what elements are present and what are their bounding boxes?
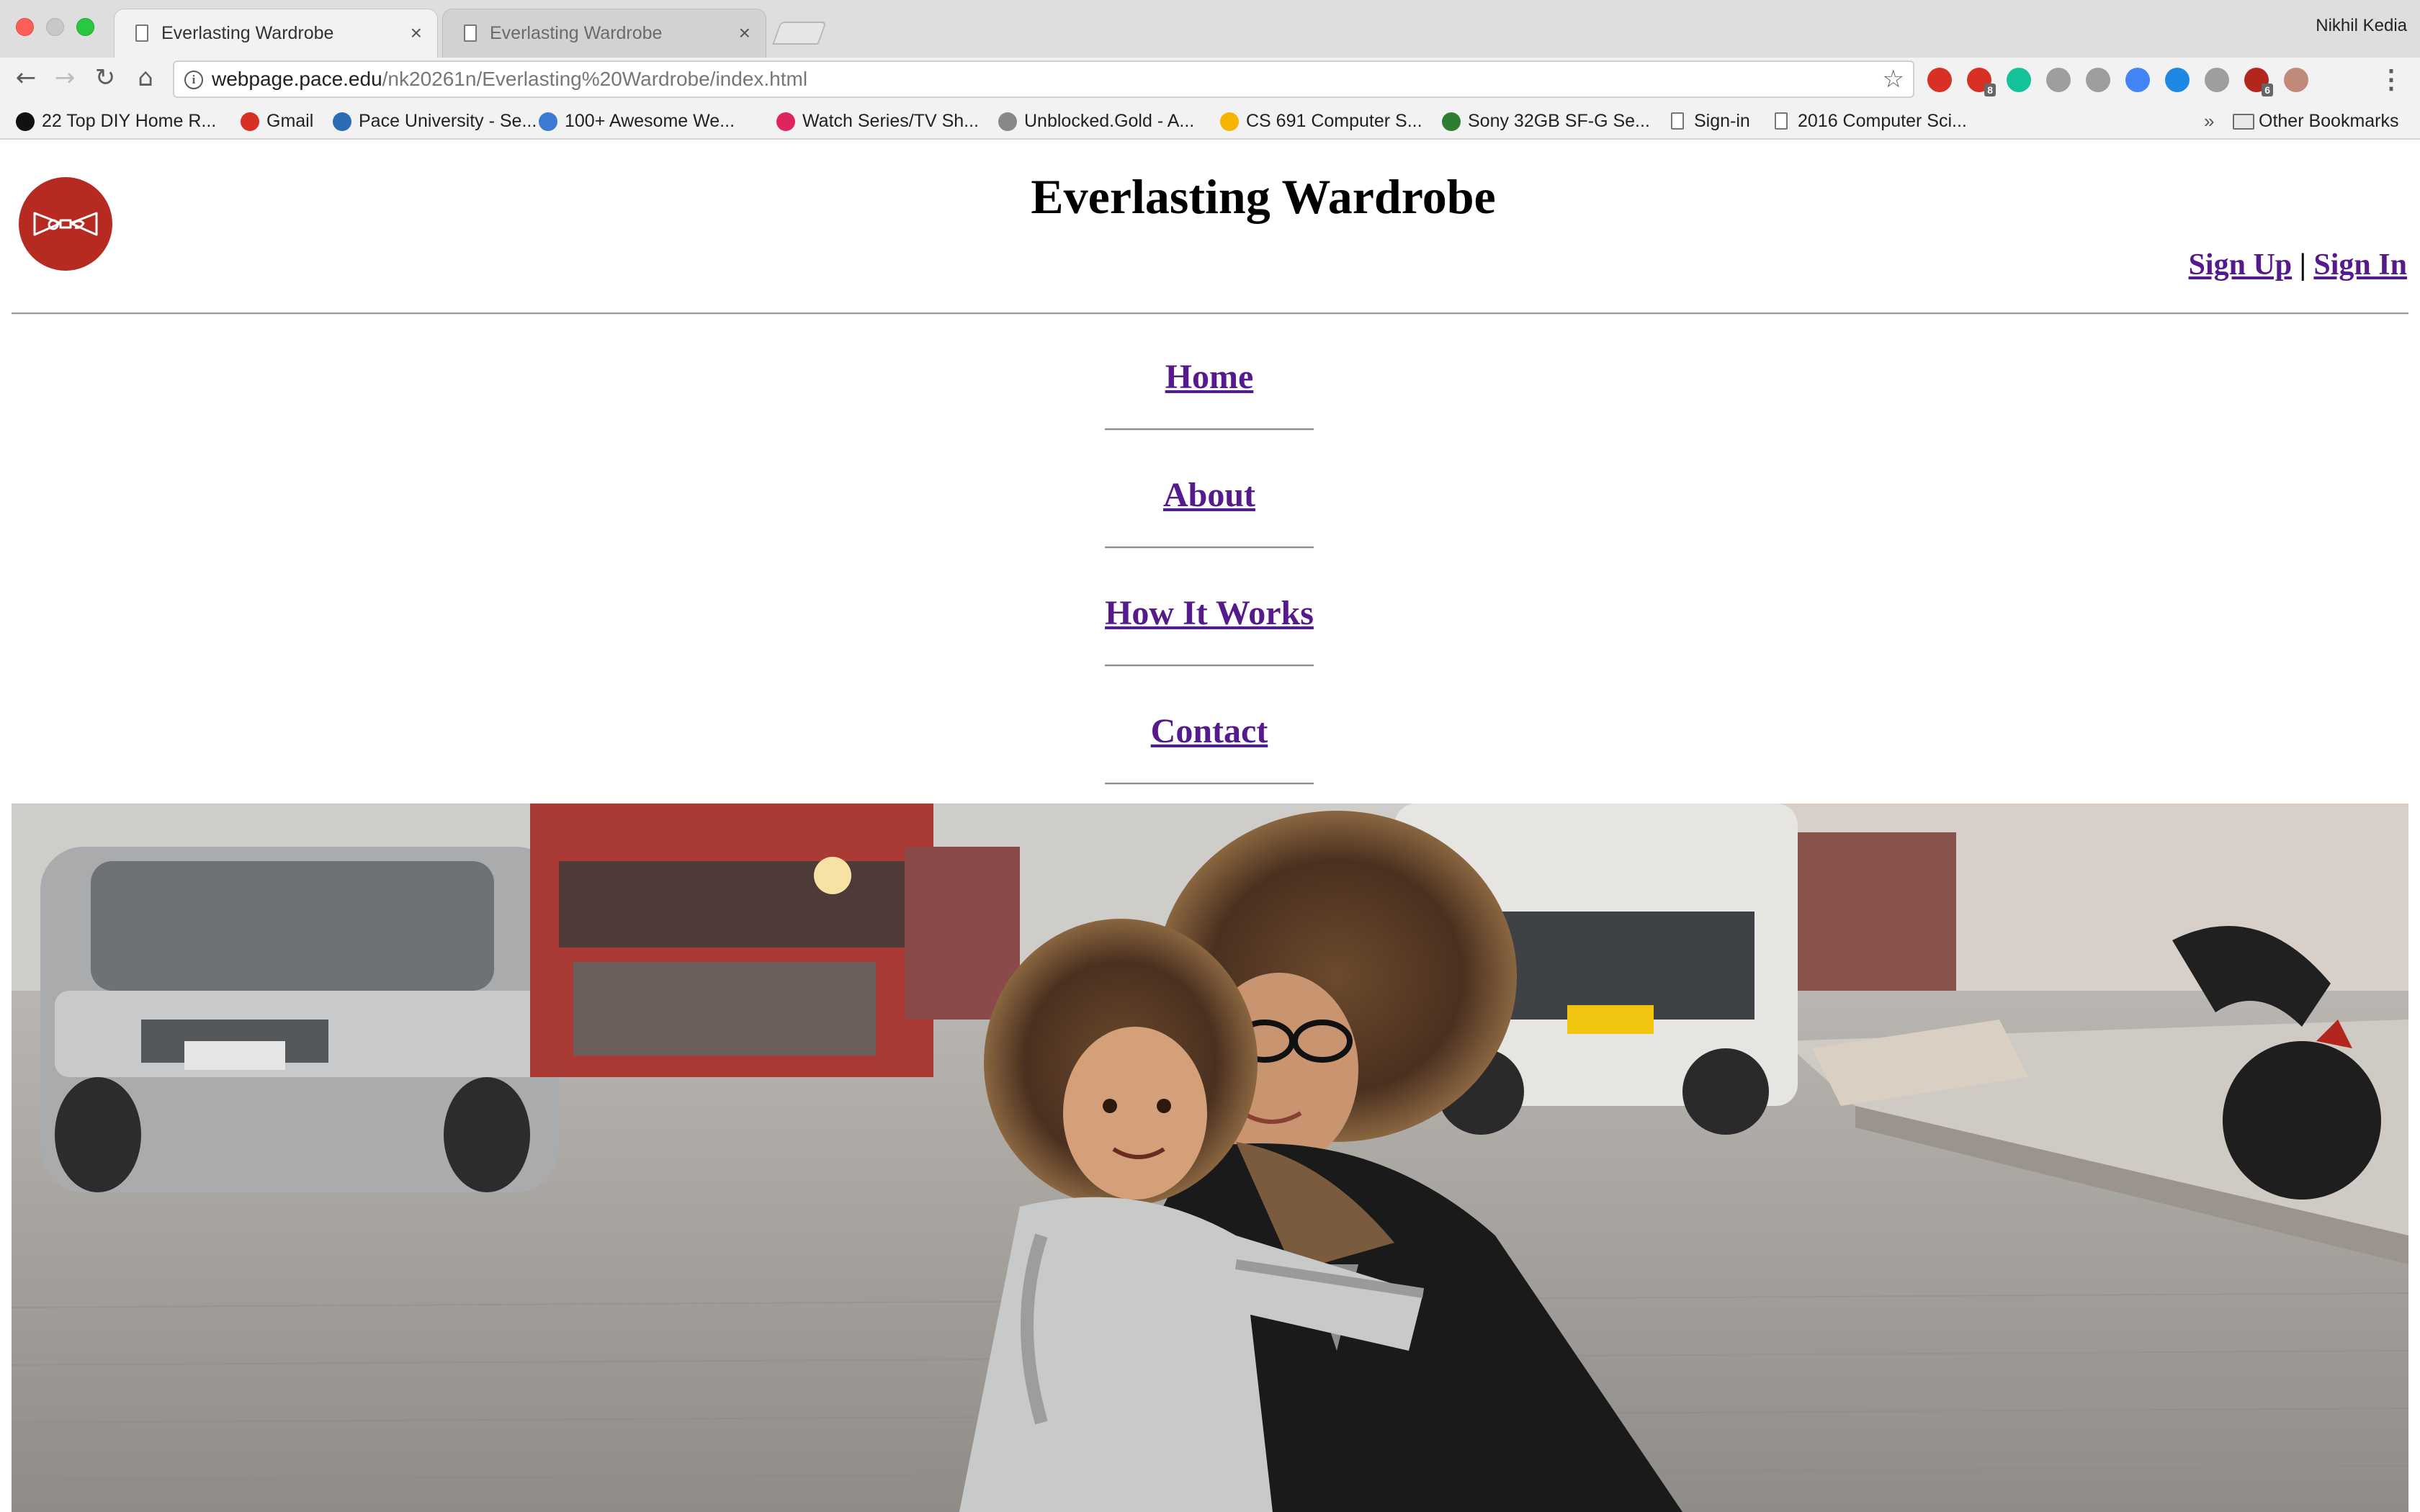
bookmark-label: 22 Top DIY Home R... — [42, 111, 217, 131]
bookmark-item[interactable]: Sony 32GB SF-G Se... — [1442, 107, 1650, 135]
nav-divider — [1105, 783, 1314, 785]
page-icon — [135, 24, 148, 42]
nav-divider — [1105, 546, 1314, 549]
mother-child-street-photo — [12, 804, 2408, 1512]
web-page: Everlasting Wardrobe Sign Up | Sign In H… — [0, 140, 2420, 1512]
nav-link-contact[interactable]: Contact — [1151, 712, 1268, 750]
bookmark-label: Other Bookmarks — [2259, 111, 2399, 131]
bookmark-label: Watch Series/TV Sh... — [802, 111, 979, 131]
hero-image — [12, 804, 2408, 1512]
e-icon — [776, 112, 795, 131]
bookmarks-overflow-icon[interactable]: » — [2204, 107, 2214, 135]
onedrive-icon[interactable] — [2165, 68, 2190, 92]
bookmark-label: 2016 Computer Sci... — [1798, 111, 1967, 131]
g-icon — [16, 112, 35, 131]
drive-icon — [1220, 112, 1239, 131]
browser-menu-icon[interactable]: ⋮ — [2378, 65, 2404, 94]
bookmark-item[interactable]: 2016 Computer Sci... — [1772, 107, 1967, 135]
browser-chrome: Everlasting Wardrobe × Everlasting Wardr… — [0, 0, 2420, 140]
avatar-icon[interactable] — [2284, 68, 2308, 92]
bookmark-label: CS 691 Computer S... — [1246, 111, 1422, 131]
window-close-button[interactable] — [16, 18, 34, 36]
address-bar[interactable]: i webpage.pace.edu/nk20261n/Everlasting%… — [173, 60, 1914, 98]
tab-title: Everlasting Wardrobe — [161, 23, 334, 43]
bh-icon — [1442, 112, 1461, 131]
header-divider — [12, 312, 2408, 315]
url-path: /nk20261n/Everlasting%20Wardrobe/index.h… — [382, 68, 808, 90]
bookmark-item[interactable]: Watch Series/TV Sh... — [776, 107, 979, 135]
reload-icon[interactable]: ↻ — [91, 63, 120, 92]
translate-icon[interactable] — [2125, 68, 2150, 92]
bookmark-other-bookmarks[interactable]: Other Bookmarks — [2233, 107, 2399, 135]
nav-item-about: About — [1105, 475, 1314, 515]
tab-close-icon[interactable]: × — [739, 9, 750, 58]
auth-links: Sign Up | Sign In — [2189, 248, 2407, 282]
nav-item-home: Home — [1105, 357, 1314, 397]
shield-icon[interactable]: 6 — [2244, 68, 2273, 96]
browser-toolbar: ← → ↻ ⌂ i webpage.pace.edu/nk20261n/Ever… — [0, 58, 2420, 102]
bookmark-label: 100+ Awesome We... — [565, 111, 735, 131]
gmail-icon[interactable]: 8 — [1967, 68, 1996, 96]
bookmark-item[interactable]: Pace University - Se... — [333, 107, 537, 135]
nav-divider — [1105, 428, 1314, 431]
nav-divider — [1105, 665, 1314, 667]
bookmark-label: Gmail — [266, 111, 314, 131]
extension-badge: 6 — [2262, 84, 2273, 96]
bookmark-label: Sony 32GB SF-G Se... — [1468, 111, 1650, 131]
new-tab-button[interactable] — [772, 22, 827, 45]
nav-item-how-it-works: How It Works — [1105, 593, 1314, 633]
dropbox-icon[interactable] — [2086, 68, 2110, 92]
pace-icon — [333, 112, 351, 131]
tab-title: Everlasting Wardrobe — [490, 23, 663, 43]
back-arrow-icon[interactable]: ← — [12, 63, 40, 92]
bookmark-item[interactable]: CS 691 Computer S... — [1220, 107, 1422, 135]
nav-link-about[interactable]: About — [1163, 476, 1255, 514]
window-maximize-button[interactable] — [76, 18, 94, 36]
lock-icon — [998, 112, 1017, 131]
bookmark-label: Pace University - Se... — [359, 111, 537, 131]
bookmark-item[interactable]: Unblocked.Gold - A... — [998, 107, 1194, 135]
bookmark-item[interactable]: Gmail — [241, 107, 313, 135]
bookmark-item[interactable]: Sign-in — [1668, 107, 1750, 135]
tab-strip: Everlasting Wardrobe × Everlasting Wardr… — [0, 0, 2420, 58]
url-text[interactable]: webpage.pace.edu/nk20261n/Everlasting%20… — [212, 62, 807, 96]
folder-icon — [2233, 114, 2254, 130]
profile-name[interactable]: Nikhil Kedia — [2316, 16, 2407, 36]
page-icon — [464, 24, 477, 42]
home-icon[interactable]: ⌂ — [131, 63, 160, 92]
bookmark-star-icon[interactable]: ☆ — [1883, 63, 1904, 95]
youtube-icon[interactable] — [1927, 68, 1952, 92]
nav-link-how-it-works[interactable]: How It Works — [1105, 594, 1314, 632]
bookmarks-bar: 22 Top DIY Home R... Gmail Pace University… — [0, 104, 2420, 138]
window-minimize-button[interactable] — [46, 18, 64, 36]
nav-item-contact: Contact — [1105, 711, 1314, 751]
site-title: Everlasting Wardrobe — [1031, 169, 1496, 224]
doc-icon — [1775, 112, 1788, 130]
forward-arrow-icon[interactable]: → — [50, 63, 79, 92]
tab-everlasting-wardrobe[interactable]: Everlasting Wardrobe × — [442, 9, 766, 58]
grammarly-icon[interactable] — [2007, 68, 2031, 92]
nav-link-home[interactable]: Home — [1165, 358, 1254, 396]
sign-in-link[interactable]: Sign In — [2313, 248, 2407, 282]
gmail-icon — [241, 112, 259, 131]
sign-up-link[interactable]: Sign Up — [2189, 248, 2293, 282]
bookmark-item[interactable]: 22 Top DIY Home R... — [16, 107, 216, 135]
doc-icon — [1671, 112, 1684, 130]
drive-icon[interactable] — [2046, 68, 2071, 92]
tab-close-icon[interactable]: × — [411, 9, 422, 58]
auth-separator: | — [2299, 248, 2306, 282]
bookmark-label: Unblocked.Gold - A... — [1024, 111, 1195, 131]
tab-everlasting-wardrobe-active[interactable]: Everlasting Wardrobe × — [114, 9, 438, 58]
extension-badge: 8 — [1984, 84, 1996, 96]
url-host: webpage.pace.edu — [212, 68, 382, 90]
atom-icon — [539, 112, 557, 131]
bookmark-label: Sign-in — [1694, 111, 1750, 131]
wordtune-icon[interactable] — [2205, 68, 2229, 92]
info-icon[interactable]: i — [184, 71, 203, 89]
bookmark-item[interactable]: 100+ Awesome We... — [539, 107, 735, 135]
